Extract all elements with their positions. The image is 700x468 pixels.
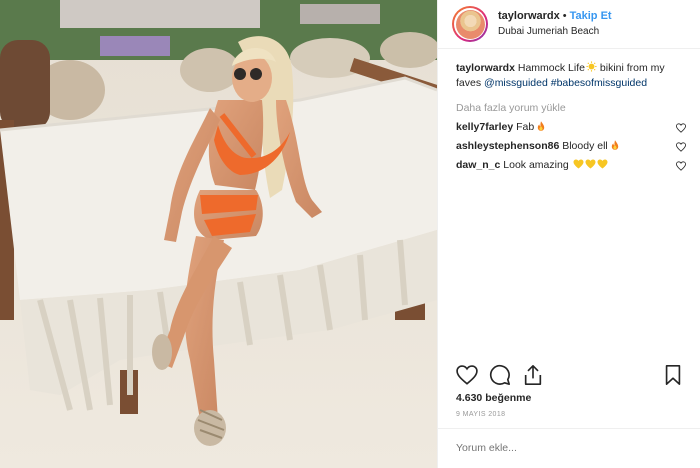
post-side-panel: taylorwardx • Takip Et Dubai Jumeriah Beac… [437,0,700,468]
comment-like-icon[interactable] [676,141,686,152]
header-username[interactable]: taylorwardx [498,10,560,22]
comment-like-icon[interactable] [676,160,686,171]
yellow-heart-emoji-icon [585,159,596,169]
follow-button[interactable]: Takip Et [570,10,612,22]
fire-emoji-icon [537,121,545,131]
comment-username[interactable]: daw_n_c [456,159,500,171]
comments-list: taylorwardx Hammock Life bikini from my … [438,49,700,173]
header-text: taylorwardx • Takip Et Dubai Jumeriah Beac… [498,9,612,39]
yellow-heart-emoji-icon [597,159,608,169]
comment-text: Fab [516,121,535,133]
yellow-heart-emoji-icon [573,159,584,169]
heart-icon[interactable] [456,364,478,386]
likes-count[interactable]: 4.630 beğenme [456,392,531,404]
comment-text: Bloody ell [562,140,608,152]
caption: taylorwardx Hammock Life bikini from my … [456,61,686,91]
avatar-image [455,9,485,39]
bookmark-icon[interactable] [662,364,684,386]
comment-row: daw_n_c Look amazing [456,158,686,173]
share-icon[interactable] [522,364,544,386]
action-bar [456,364,684,386]
comment-username[interactable]: kelly7farley [456,121,513,133]
comment-input[interactable] [456,442,684,454]
avatar[interactable] [452,6,488,42]
comment-text: Look amazing [503,159,569,171]
instagram-post: taylorwardx • Takip Et Dubai Jumeriah Beac… [0,0,700,468]
hashtag-link[interactable]: #babesofmissguided [551,77,647,89]
comment-row: kelly7farley Fab [456,120,686,135]
caption-text-1: Hammock Life [517,62,585,74]
sun-emoji-icon [586,61,597,72]
comment-username[interactable]: ashleystephenson86 [456,140,559,152]
post-photo[interactable] [0,0,437,468]
header-separator: • [562,10,567,22]
post-header: taylorwardx • Takip Et Dubai Jumeriah Beac… [438,0,700,49]
fire-emoji-icon [611,140,618,150]
comment-row: ashleystephenson86 Bloody ell [456,139,686,154]
comment-icon[interactable] [489,364,511,386]
caption-username[interactable]: taylorwardx [456,62,515,74]
divider [438,428,700,429]
photo-illustration [0,0,437,468]
avatar-ring [454,8,486,40]
load-more-comments-button[interactable]: Daha fazla yorum yükle [456,101,686,116]
comment-like-icon[interactable] [676,122,686,133]
mention-link[interactable]: @missguided [484,77,548,89]
post-date: 9 MAYIS 2018 [456,411,506,418]
location-link[interactable]: Dubai Jumeriah Beach [498,24,612,39]
